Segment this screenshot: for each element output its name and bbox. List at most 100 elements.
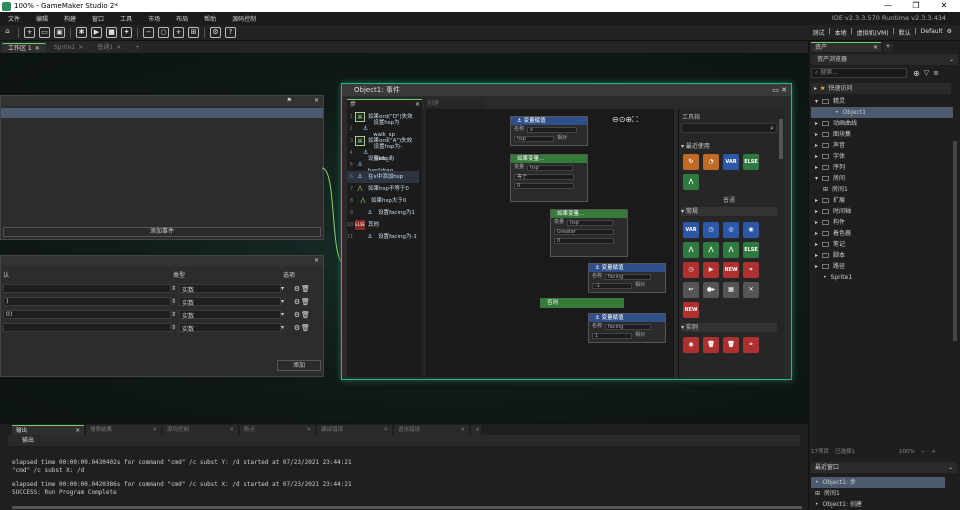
var-row[interactable]: ⇕ 实数 ▾ ⚙ 🗑 [3, 323, 310, 333]
tree-item[interactable]: ▸ 脚本 [811, 250, 953, 261]
home-icon[interactable]: ⌂ [2, 27, 13, 38]
node-canvas[interactable]: ⊖⊙⊕⛶ ⚓ 变量赋值 名称 x hsp 相对 如果变量... 变量 hsp 等于 0… [426, 109, 674, 377]
target-selector[interactable]: 测试 | 本地 | 虚拟机(VM) | 默认 | Default ⚙ [813, 28, 952, 37]
zoom-out-icon[interactable]: − [143, 27, 154, 38]
menu-layouts[interactable]: 布局 [168, 14, 196, 23]
var-row[interactable]: 0) ⇕ 实数 ▾ ⚙ 🗑 [3, 310, 310, 320]
flag-icon[interactable]: ⚑ [287, 97, 292, 104]
tab-syntax-errors[interactable]: 语法错误 ✕ [394, 425, 469, 435]
close-icon[interactable]: ✕ [873, 43, 878, 52]
action-forward-icon[interactable]: » [743, 262, 759, 278]
spin-icon[interactable]: ⇕ [171, 285, 179, 292]
tree-item[interactable]: ▸ 构件 [811, 217, 953, 228]
close-icon[interactable]: ✕ [152, 425, 157, 435]
action-else-icon[interactable]: ELSE [743, 154, 759, 170]
menu-icon[interactable]: ≡ [933, 69, 939, 77]
minimize-button[interactable]: — [874, 0, 902, 12]
menu-marketplace[interactable]: 市场 [140, 14, 168, 23]
node-value-field[interactable]: 1 [592, 332, 632, 339]
zoom-in-icon[interactable]: + [931, 447, 936, 457]
save-project-icon[interactable]: ▣ [54, 27, 65, 38]
list-item[interactable]: 11 ⚓ 设置facing为-1 [347, 231, 419, 243]
tab-normal1[interactable]: 普通1 ✕ [91, 43, 128, 53]
tab-assets[interactable]: 资产 ✕ [811, 42, 881, 52]
tab-compile-errors[interactable]: 编译错误 ✕ [317, 425, 392, 435]
tree-item[interactable]: ▸ 序列 [811, 162, 953, 173]
zoom-out-icon[interactable]: ⊖ [612, 115, 619, 124]
node-value-field[interactable]: 0 [554, 237, 614, 244]
target-default-label[interactable]: 默认 [899, 28, 911, 37]
add-tab-button[interactable]: + [129, 43, 147, 53]
action-bulb-icon[interactable]: ◉ [683, 337, 699, 353]
menu-build[interactable]: 构建 [56, 14, 84, 23]
action-else-icon[interactable]: ELSE [743, 242, 759, 258]
tree-item[interactable]: ▾ 房间 [811, 173, 953, 184]
tab-workspace-1[interactable]: 工作区 1 ✕ [2, 43, 46, 53]
close-icon[interactable]: ✕ [314, 257, 319, 264]
dropdown-icon[interactable]: ▾ [281, 311, 293, 318]
action-clock-icon[interactable]: ◷ [703, 222, 719, 238]
close-icon[interactable]: ✕ [314, 97, 319, 104]
var-type-select[interactable]: 实数 [179, 323, 281, 333]
close-icon[interactable]: ✕ [75, 426, 80, 435]
clean-icon[interactable]: ✦ [121, 27, 132, 38]
dropdown-icon[interactable]: ▾ [281, 285, 293, 292]
new-project-icon[interactable]: + [24, 27, 35, 38]
dropdown-icon[interactable]: ▾ [281, 298, 293, 305]
window-controls[interactable]: ▭ ✕ [772, 84, 787, 96]
zoom-reset-icon[interactable]: ○ [158, 27, 169, 38]
tree-item[interactable]: ⊞ 房间1 [811, 184, 953, 195]
fit-icon[interactable]: ⊞ [188, 27, 199, 38]
list-item[interactable]: 10 ELSE 其他 [347, 219, 419, 231]
node-name-field[interactable]: facing [605, 323, 652, 330]
add-asset-icon[interactable]: ⊕ [913, 69, 920, 78]
menu-windows[interactable]: 窗口 [84, 14, 112, 23]
spin-icon[interactable]: ⇕ [171, 324, 179, 331]
close-icon[interactable]: ✕ [306, 425, 311, 435]
tab-breakpoints[interactable]: 断点 ✕ [240, 425, 315, 435]
target-gear-icon[interactable]: ⚙ [947, 28, 952, 37]
close-icon[interactable]: ✕ [116, 43, 121, 53]
node-var-field[interactable]: hsp [527, 164, 574, 171]
close-icon[interactable]: ✕ [415, 100, 420, 109]
close-icon[interactable]: ✕ [35, 44, 40, 54]
section-common[interactable]: ▾ 常规 [681, 207, 777, 216]
tree-item[interactable]: ▸ 路径 [811, 261, 953, 272]
list-item[interactable]: 5⚓设置hsp为hsp*drag [347, 156, 419, 174]
action-trash2-icon[interactable]: 🗑 [723, 337, 739, 353]
action-trash-icon[interactable]: 🗑 [703, 337, 719, 353]
add-tab-button[interactable]: + [471, 425, 481, 435]
list-item[interactable]: 6 ⚓ 在x中添加hsp [347, 171, 419, 183]
menu-source-control[interactable]: 源码控制 [224, 14, 264, 23]
node-value-field[interactable]: 0 [514, 182, 574, 189]
node-name-field[interactable]: x [527, 126, 578, 133]
var-default-field[interactable] [3, 323, 171, 332]
chevron-down-icon[interactable]: ⌄ [949, 54, 954, 65]
stop-icon[interactable]: ■ [106, 27, 117, 38]
action-if-var-icon[interactable]: ⋀ [683, 174, 699, 190]
tree-item[interactable]: • Object1 [811, 107, 953, 118]
var-type-select[interactable]: 实数 [179, 310, 281, 320]
tab-create[interactable]: 创建 [424, 99, 484, 109]
list-item[interactable]: 7 ⋀ 如果hsp不等于0 [347, 183, 419, 195]
quick-access[interactable]: ▸ ★ 快速访问 [811, 83, 951, 94]
delete-icon[interactable]: 🗑 [301, 285, 310, 293]
var-row[interactable]: ⇕ 实数 ▾ ⚙ 🗑 [3, 284, 310, 294]
tree-item[interactable]: ▸ 时间轴 [811, 206, 953, 217]
node-value-field[interactable]: hsp [514, 135, 554, 142]
node-op-select[interactable]: Greater [554, 228, 614, 235]
node-assign-variable[interactable]: ⚓ 变量赋值 名称 facing 1 相对 [588, 313, 666, 343]
add-variable-button[interactable]: 添加 [277, 360, 321, 371]
tree-item[interactable]: ▸ 扩展 [811, 195, 953, 206]
node-if-variable[interactable]: 如果变量... 变量 hsp 等于 0 [510, 154, 588, 202]
action-cancel-icon[interactable]: ✕ [743, 282, 759, 298]
action-pacman-icon[interactable]: ◔ [703, 154, 719, 170]
action-grid-icon[interactable]: ▦ [723, 282, 739, 298]
run-icon[interactable]: ▶ [91, 27, 102, 38]
tab-output[interactable]: 输出 ✕ [12, 425, 84, 435]
var-type-select[interactable]: 实数 [179, 297, 281, 307]
node-else[interactable]: 否则 [540, 298, 624, 308]
asset-search-input[interactable]: ⌕ 搜索... [811, 68, 907, 78]
node-op-select[interactable]: 等于 [514, 173, 574, 180]
action-return-icon[interactable]: ↩ [683, 282, 699, 298]
